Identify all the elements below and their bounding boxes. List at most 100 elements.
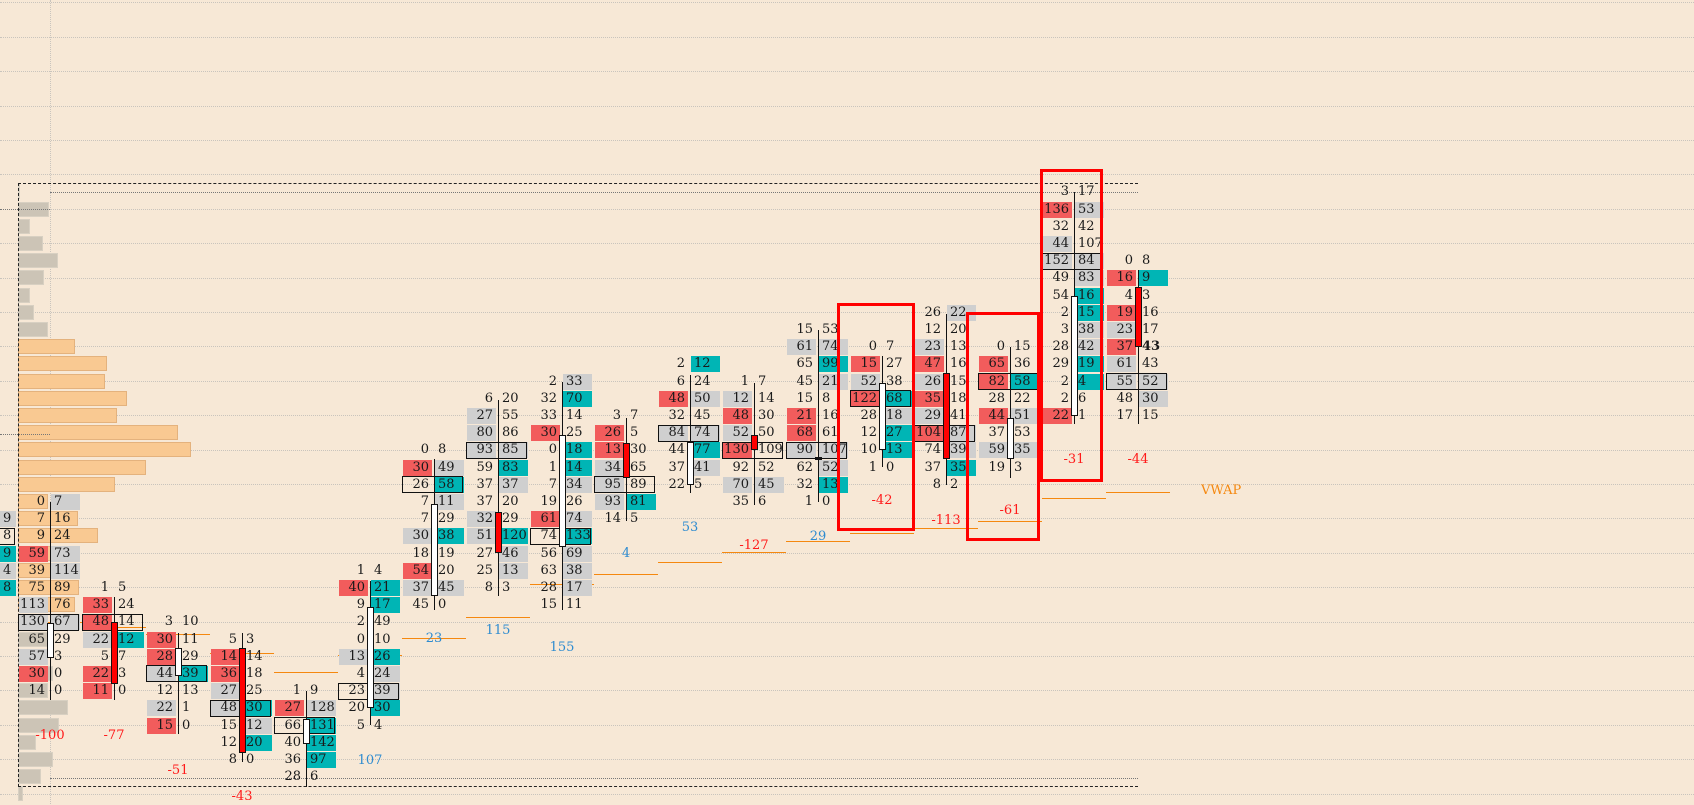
bid-volume-cell: 65 [28, 631, 45, 647]
volume-profile-bar [18, 390, 127, 406]
bid-volume-cell: 37 [668, 459, 685, 475]
bid-volume-cell: 6 [676, 373, 685, 389]
ask-volume-cell: 11 [566, 597, 583, 613]
ask-volume-cell: 18 [246, 665, 263, 681]
bid-volume-cell: 40 [284, 734, 301, 750]
bid-volume-cell: 32 [796, 476, 813, 492]
bid-volume-cell: 37 [1107, 339, 1136, 356]
ask-volume-cell: 120 [499, 528, 528, 545]
low-level-line [50, 778, 1138, 779]
bid-volume-cell: 30 [403, 528, 432, 545]
bar-delta-label: 23 [425, 631, 443, 646]
ask-volume-cell: 16 [1142, 304, 1159, 320]
ask-volume-cell: 14 [758, 390, 775, 406]
ask-volume-cell: 38 [435, 528, 464, 545]
ask-volume-cell: 9 [1139, 270, 1168, 287]
bid-volume-cell: 16 [1107, 270, 1136, 287]
ask-volume-cell: 21 [371, 579, 400, 596]
bid-volume-cell: 27 [211, 683, 240, 700]
ask-volume-cell: 17 [371, 597, 400, 614]
ask-volume-cell: 3 [118, 665, 127, 681]
ask-volume-cell: 0 [246, 751, 255, 767]
ask-volume-cell: 29 [502, 511, 519, 527]
ask-volume-cell: 25 [566, 425, 583, 441]
ask-volume-cell: 7 [51, 493, 80, 510]
volume-profile-bar [18, 442, 191, 458]
bid-volume-cell: 7 [548, 476, 557, 492]
ask-volume-cell: 24 [694, 373, 711, 389]
highlight-box[interactable] [966, 312, 1040, 541]
ask-volume-cell: 4 [374, 562, 383, 578]
ask-volume-cell: 20 [502, 390, 519, 406]
bid-volume-cell: 59 [476, 459, 493, 475]
bid-volume-cell: 3 [164, 614, 173, 630]
bid-volume-cell: 35 [915, 390, 944, 407]
ask-volume-cell: 37 [499, 476, 528, 493]
bid-volume-cell: 30 [19, 665, 48, 682]
ask-volume-cell: 45 [694, 407, 711, 423]
ask-volume-cell: 86 [502, 425, 519, 441]
bid-volume-cell: 22 [83, 631, 112, 648]
ask-volume-cell: 30 [630, 442, 647, 458]
candle-body [302, 718, 310, 745]
ask-volume-cell: 4 [0, 562, 16, 579]
highlight-box[interactable] [837, 303, 915, 531]
highlight-box[interactable] [1040, 169, 1103, 482]
ask-volume-cell: 0 [54, 665, 63, 681]
gridline [0, 621, 1694, 623]
level-marker [0, 434, 50, 435]
bid-volume-cell: 19 [1107, 304, 1136, 321]
bid-volume-cell: 37 [476, 476, 493, 492]
bar-delta-label: 4 [621, 546, 631, 561]
volume-profile-bar [18, 476, 115, 492]
bid-volume-cell: 26 [924, 304, 941, 320]
ask-volume-cell: 17 [563, 579, 592, 596]
bid-volume-cell: 9 [356, 597, 365, 613]
vwap-line-segment [658, 562, 722, 564]
ask-volume-cell: 17 [1142, 321, 1159, 337]
bar-delta-label: -100 [35, 728, 65, 743]
ask-volume-cell: 12 [691, 356, 720, 373]
bid-volume-cell: 1 [356, 562, 365, 578]
bid-volume-cell: 4 [356, 665, 365, 681]
ask-volume-cell: 69 [563, 545, 592, 562]
vwap-line-segment [466, 617, 530, 619]
bid-volume-cell: 20 [348, 700, 365, 716]
ask-volume-cell: 13 [499, 562, 528, 579]
gridline [0, 2, 1694, 4]
ask-volume-cell: 30 [371, 700, 400, 717]
ask-volume-cell: 3 [246, 631, 255, 647]
ask-volume-cell: 13 [182, 683, 199, 699]
footprint-chart[interactable]: 9 8 9 4 8 0 7 7 16 9 24 59 73 39 114 75 89 113 76 130 67 65 29… [0, 0, 1694, 804]
bid-volume-cell: 22 [147, 700, 176, 717]
ask-volume-cell: 24 [371, 665, 400, 682]
ask-volume-cell: 11 [182, 631, 199, 647]
bid-volume-cell: 51 [467, 528, 496, 545]
bid-volume-cell: 92 [732, 459, 749, 475]
bid-volume-cell: 48 [659, 390, 688, 407]
bid-volume-cell: 23 [915, 339, 944, 356]
ask-volume-cell: 65 [630, 459, 647, 475]
ask-volume-cell: 6 [310, 769, 319, 785]
bid-volume-cell: 26 [915, 373, 944, 390]
bar-delta-label: 29 [809, 529, 827, 544]
ask-volume-cell: 12 [243, 717, 272, 734]
ask-volume-cell: 16 [54, 511, 71, 527]
bid-volume-cell: 35 [732, 493, 749, 509]
ask-volume-cell: 43 [1142, 356, 1159, 372]
bid-volume-cell: 13 [595, 442, 624, 459]
ask-volume-cell: 45 [435, 579, 464, 596]
bar-delta-label: -77 [103, 728, 125, 743]
ask-volume-cell: 46 [499, 545, 528, 562]
bid-volume-cell: 32 [467, 511, 496, 528]
bar-delta-label: -43 [231, 789, 253, 804]
bid-volume-cell: 61 [787, 339, 816, 356]
bid-volume-cell: 25 [476, 562, 493, 578]
bid-volume-cell: 1 [292, 683, 301, 699]
gridline [0, 36, 1694, 38]
candle-body [558, 434, 566, 547]
bid-volume-cell: 34 [595, 459, 624, 476]
bid-volume-cell: 12 [156, 683, 173, 699]
candle-body [238, 648, 246, 753]
bid-volume-cell: 75 [28, 579, 45, 595]
